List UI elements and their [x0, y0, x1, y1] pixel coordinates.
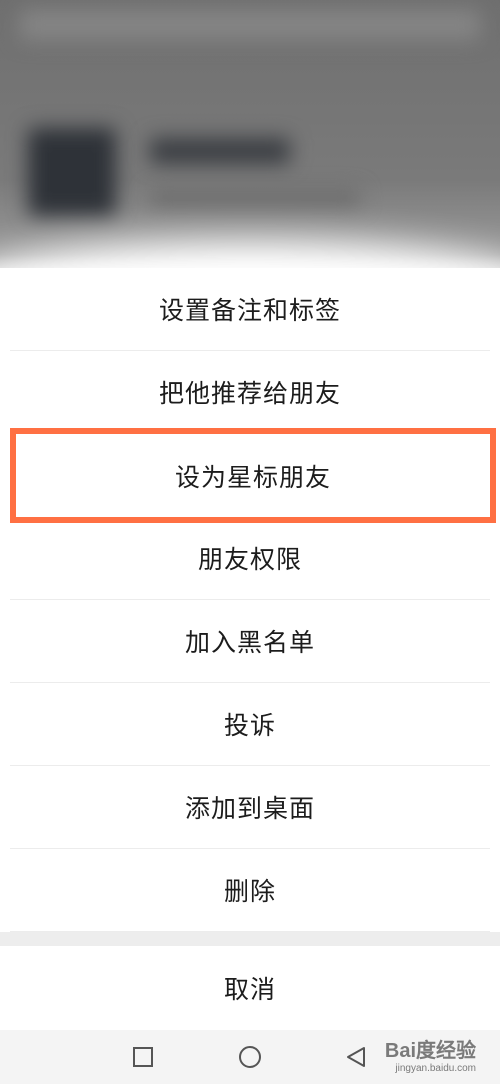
- menu-item-label: 朋友权限: [197, 545, 302, 574]
- menu-item-add-to-blacklist[interactable]: 加入黑名单: [10, 600, 490, 683]
- blurred-title-bar: [20, 10, 480, 40]
- menu-item-delete[interactable]: 删除: [10, 849, 490, 932]
- menu-item-friend-permissions[interactable]: 朋友权限: [10, 517, 490, 600]
- menu-item-recommend-to-friend[interactable]: 把他推荐给朋友: [10, 351, 490, 434]
- cancel-label: 取消: [223, 975, 276, 1004]
- watermark-logo: Bai度经验: [384, 1040, 476, 1062]
- back-icon[interactable]: [343, 1044, 369, 1070]
- menu-item-add-to-desktop[interactable]: 添加到桌面: [10, 766, 490, 849]
- blurred-profile-background: [0, 0, 500, 300]
- blurred-avatar: [28, 128, 116, 216]
- blurred-name: [150, 138, 290, 164]
- cancel-button[interactable]: 取消: [0, 946, 500, 1030]
- menu-item-label: 投诉: [223, 711, 276, 740]
- menu-item-label: 删除: [223, 877, 276, 906]
- screen: 设置备注和标签 把他推荐给朋友 设为星标朋友 朋友权限 加入黑名单 投诉 添加到…: [0, 0, 500, 1084]
- home-icon[interactable]: [237, 1044, 263, 1070]
- blurred-detail: [150, 190, 360, 206]
- menu-item-label: 设置备注和标签: [158, 296, 341, 325]
- sheet-separator: [0, 932, 500, 946]
- baidu-jingyan-watermark: Bai度经验 jingyan.baidu.com: [385, 1034, 476, 1074]
- menu-item-label: 设为星标朋友: [174, 462, 331, 492]
- menu-item-label: 把他推荐给朋友: [158, 379, 341, 408]
- menu-item-label: 添加到桌面: [184, 794, 315, 823]
- menu-item-set-remark-tags[interactable]: 设置备注和标签: [10, 268, 490, 351]
- recent-apps-icon[interactable]: [130, 1044, 156, 1070]
- action-sheet: 设置备注和标签 把他推荐给朋友 设为星标朋友 朋友权限 加入黑名单 投诉 添加到…: [0, 268, 500, 1030]
- menu-item-set-star-friend[interactable]: 设为星标朋友: [10, 428, 496, 523]
- menu-item-report[interactable]: 投诉: [10, 683, 490, 766]
- watermark-url: jingyan.baidu.com: [395, 1063, 476, 1074]
- menu-item-label: 加入黑名单: [184, 628, 315, 657]
